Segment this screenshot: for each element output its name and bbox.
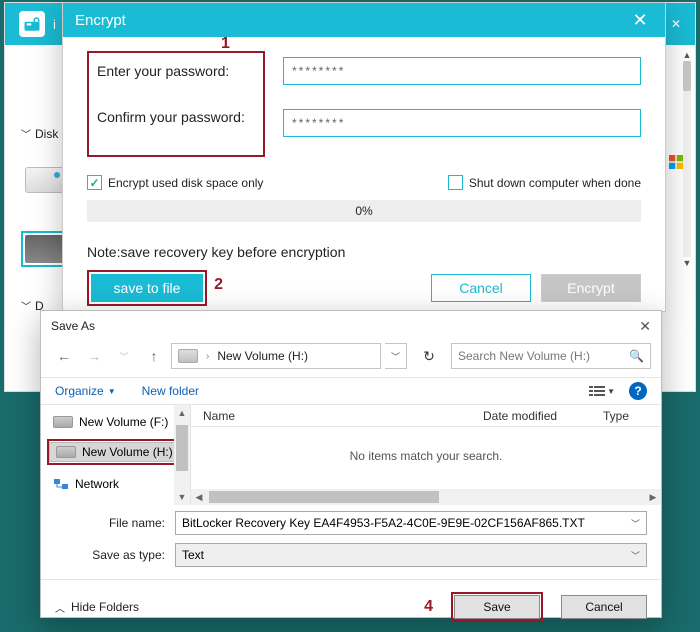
save-to-file-button[interactable]: save to file <box>91 274 203 302</box>
saveas-title: Save As <box>51 319 95 333</box>
list-header[interactable]: Name Date modified Type <box>191 405 661 427</box>
chevron-down-icon[interactable]: ﹀ <box>631 517 640 530</box>
drive-icon <box>56 446 76 458</box>
drive-icon <box>53 416 73 428</box>
saveas-close-button[interactable]: ✕ <box>623 318 651 335</box>
search-placeholder: Search New Volume (H:) <box>458 349 590 363</box>
recovery-note: Note:save recovery key before encryption <box>87 244 641 260</box>
chevron-down-icon: ﹀ <box>631 549 640 562</box>
encrypt-used-space-label: Encrypt used disk space only <box>108 176 263 190</box>
save-as-dialog: Save As ✕ ← → ﹀ ↑ › New Volume (H:) ﹀ ↻ … <box>40 310 662 618</box>
save-button[interactable]: Save <box>454 595 540 619</box>
search-input[interactable]: Search New Volume (H:) 🔍 <box>451 343 651 369</box>
list-horizontal-scrollbar[interactable]: ◀▶ <box>191 489 661 505</box>
view-list-icon <box>589 385 605 397</box>
progress-bar: 0% <box>87 200 641 222</box>
bg-title: i <box>53 17 56 32</box>
file-name-label: File name: <box>55 516 165 530</box>
hide-folders-toggle[interactable]: ︿Hide Folders <box>55 600 139 615</box>
tree-item-volume-f[interactable]: New Volume (F:) <box>47 411 190 433</box>
refresh-button[interactable]: ↻ <box>415 343 443 369</box>
chevron-right-icon: › <box>206 351 209 362</box>
password-labels-frame: Enter your password: Confirm your passwo… <box>87 51 265 157</box>
tree-item-volume-h[interactable]: New Volume (H:) <box>49 442 178 462</box>
new-folder-button[interactable]: New folder <box>142 384 199 398</box>
encrypt-used-space-checkbox[interactable]: ✓ <box>87 175 102 190</box>
view-options-button[interactable]: ▼ <box>589 385 615 397</box>
encrypt-close-button[interactable]: ✕ <box>627 10 653 31</box>
column-type[interactable]: Type <box>591 409 661 423</box>
password-label: Enter your password: <box>95 59 257 83</box>
drive-icon <box>178 349 198 363</box>
bg-scrollbar[interactable]: ▲▼ <box>683 49 691 269</box>
address-dropdown[interactable]: ﹀ <box>385 343 407 369</box>
encrypt-cancel-button[interactable]: Cancel <box>431 274 531 302</box>
nav-recent-dropdown[interactable]: ﹀ <box>111 343 137 369</box>
encrypt-titlebar: Encrypt ✕ <box>63 3 665 37</box>
callout-marker-2: 2 <box>214 276 223 294</box>
tree-item-network[interactable]: Network <box>47 473 190 495</box>
shutdown-label: Shut down computer when done <box>469 176 641 190</box>
shutdown-checkbox[interactable]: ✓ <box>448 175 463 190</box>
chevron-up-icon: ︿ <box>55 600 65 615</box>
save-type-label: Save as type: <box>55 548 165 562</box>
encrypt-dialog: Encrypt ✕ 1 Enter your password: Confirm… <box>62 2 666 312</box>
encrypt-start-button[interactable]: Encrypt <box>541 274 641 302</box>
organize-menu[interactable]: Organize▼ <box>55 384 116 398</box>
column-date[interactable]: Date modified <box>471 409 591 423</box>
file-name-input[interactable]: BitLocker Recovery Key EA4F4953-F5A2-4C0… <box>175 511 647 535</box>
folder-tree[interactable]: New Volume (F:) New Volume (H:) 3 Networ… <box>41 405 191 505</box>
callout-marker-4: 4 <box>424 598 433 616</box>
search-icon: 🔍 <box>629 349 644 363</box>
cancel-button[interactable]: Cancel <box>561 595 647 619</box>
network-icon <box>53 478 69 490</box>
encrypt-dialog-title: Encrypt <box>75 12 126 29</box>
address-location: New Volume (H:) <box>217 349 308 363</box>
nav-forward-button[interactable]: → <box>81 343 107 369</box>
nav-up-button[interactable]: ↑ <box>141 343 167 369</box>
saveas-titlebar: Save As ✕ <box>41 311 661 341</box>
column-name[interactable]: Name <box>191 409 471 423</box>
address-bar[interactable]: › New Volume (H:) <box>171 343 381 369</box>
windows-flag-icon <box>669 155 683 169</box>
password-input[interactable] <box>283 57 641 85</box>
app-logo-icon <box>19 11 45 37</box>
save-type-select[interactable]: Text﹀ <box>175 543 647 567</box>
bg-close-button[interactable]: ✕ <box>671 17 681 31</box>
tree-scrollbar[interactable]: ▲▼ <box>174 405 190 505</box>
drive-icon[interactable] <box>25 167 65 193</box>
confirm-password-input[interactable] <box>283 109 641 137</box>
empty-list-message: No items match your search. <box>191 449 661 463</box>
help-button[interactable]: ? <box>629 382 647 400</box>
nav-back-button[interactable]: ← <box>51 343 77 369</box>
confirm-password-label: Confirm your password: <box>95 105 257 129</box>
file-list-area[interactable]: Name Date modified Type No items match y… <box>191 405 661 505</box>
